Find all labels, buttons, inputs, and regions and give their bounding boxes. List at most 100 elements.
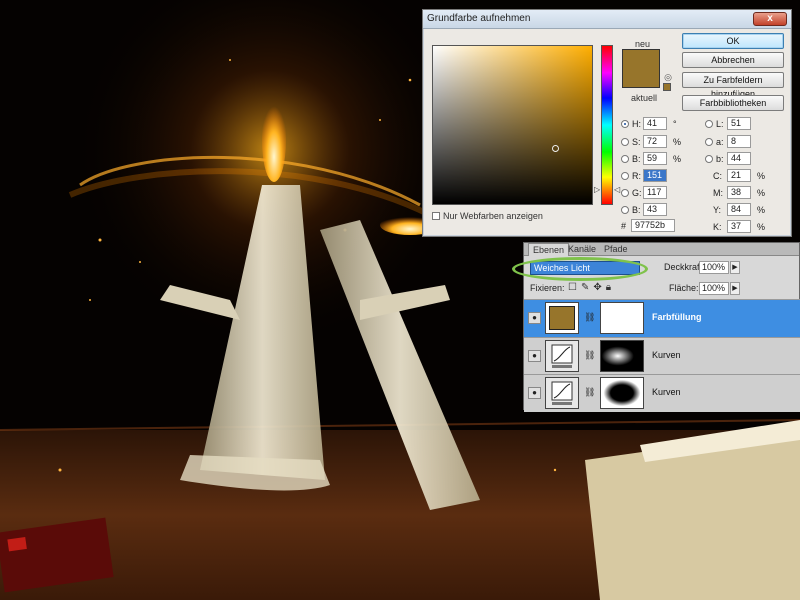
green-field-row: G: 117 [621,186,681,200]
hue-slider[interactable] [601,45,613,205]
blue-radio[interactable] [621,206,629,214]
ok-button[interactable]: OK [682,33,784,49]
saturation-label: S: [632,137,641,147]
brightness-radio[interactable] [621,155,629,163]
color-marker-icon[interactable] [552,145,559,152]
add-to-swatches-button[interactable]: Zu Farbfeldern hinzufügen [682,72,784,99]
web-colors-checkbox[interactable] [432,212,440,220]
lab-b-radio[interactable] [705,155,713,163]
gamut-warning-icon[interactable]: ◎ [663,72,673,82]
color-libraries-button[interactable]: Farbbibliotheken [682,95,784,111]
layer-name[interactable]: Farbfüllung [652,312,702,322]
layer-mask-thumbnail[interactable] [600,340,644,372]
lab-l-field-row: L: 51 [705,117,785,131]
web-colors-option[interactable]: Nur Webfarben anzeigen [432,211,543,221]
gamut-swatch[interactable] [663,83,671,91]
new-color-swatch [622,49,660,69]
saturation-input[interactable]: 72 [643,135,667,148]
close-button[interactable]: x [753,12,787,26]
tab-channels[interactable]: Kanäle [564,243,600,256]
black-field-row: K: 37 % [705,220,785,234]
hex-input[interactable]: 97752b [631,219,675,232]
fill-label: Fläche: [669,283,699,293]
black-input[interactable]: 37 [727,220,751,233]
magenta-input[interactable]: 38 [727,186,751,199]
layer-row[interactable]: ● ⛓ Farbfüllung [524,299,800,337]
lock-all-icon[interactable]: 🔒︎ [606,282,615,293]
red-field-row: R: 151 [621,169,681,183]
current-color-swatch[interactable] [622,68,660,88]
curves-graph-icon [551,344,573,368]
color-picker-dialog: Grundfarbe aufnehmen x ▷ ◁ neu aktuell ◎… [422,9,792,237]
lab-l-radio[interactable] [705,120,713,128]
layer-mask-thumbnail[interactable] [600,377,644,409]
blue-input[interactable]: 43 [643,203,667,216]
green-radio[interactable] [621,189,629,197]
hue-radio[interactable] [621,120,629,128]
saturation-brightness-field[interactable] [432,45,593,205]
red-radio[interactable] [621,172,629,180]
layers-panel: Ebenen Kanäle Pfade Weiches Licht Deckkr… [512,242,800,412]
cyan-field-row: C: 21 % [705,169,785,183]
lab-a-radio[interactable] [705,138,713,146]
saturation-field-row: S: 72 % [621,135,681,149]
current-color-label: aktuell [631,93,658,103]
curves-adjustment-icon [545,340,579,372]
lab-b-input[interactable]: 44 [727,152,751,165]
brightness-input[interactable]: 59 [643,152,667,165]
visibility-eye-icon[interactable]: ● [528,312,541,324]
blend-mode-select[interactable]: Weiches Licht [530,261,640,275]
chain-link-icon[interactable]: ⛓ [584,312,595,323]
tab-layers[interactable]: Ebenen [528,243,570,256]
fill-input[interactable]: 100% [699,282,729,295]
visibility-eye-icon[interactable]: ● [528,350,541,362]
hue-input[interactable]: 41 [643,117,667,130]
saturation-radio[interactable] [621,138,629,146]
hue-slider-left-arrow-icon[interactable]: ▷ [594,185,600,194]
red-input[interactable]: 151 [643,169,667,182]
yellow-input[interactable]: 84 [727,203,751,216]
tab-paths[interactable]: Pfade [600,243,632,256]
green-input[interactable]: 117 [643,186,667,199]
dialog-titlebar[interactable]: Grundfarbe aufnehmen x [423,10,791,29]
opacity-input[interactable]: 100% [699,261,729,274]
fill-dropdown-icon[interactable]: ▶ [730,282,740,295]
black-label: K: [713,222,722,232]
hue-slider-right-arrow-icon[interactable]: ◁ [614,185,620,194]
lock-options: ☐✎✥🔒︎ [568,282,615,293]
hue-unit: ° [673,119,677,129]
curves-adjustment-icon [545,377,579,409]
lock-image-icon[interactable]: ✎ [581,282,593,293]
lock-transparent-icon[interactable]: ☐ [568,282,581,293]
cyan-input[interactable]: 21 [727,169,751,182]
layer-name[interactable]: Kurven [652,350,681,360]
layer-thumbnail [545,302,579,334]
yellow-unit: % [757,205,766,215]
cancel-button[interactable]: Abbrechen [682,52,784,68]
lab-l-input[interactable]: 51 [727,117,751,130]
new-color-label: neu [635,39,651,49]
chain-link-icon[interactable]: ⛓ [584,387,595,398]
visibility-eye-icon[interactable]: ● [528,387,541,399]
cyan-unit: % [757,171,766,181]
lab-a-label: a: [716,137,724,147]
hue-label: H: [632,119,641,129]
layer-row[interactable]: ● ⛓ Kurven [524,374,800,412]
lock-position-icon[interactable]: ✥ [593,282,605,293]
magenta-unit: % [757,188,766,198]
curves-graph-icon [551,381,573,405]
lab-b-label: b: [716,154,724,164]
layers-panel-tabs: Ebenen Kanäle Pfade [524,243,799,256]
green-label: G: [632,188,642,198]
lab-a-input[interactable]: 8 [727,135,751,148]
cyan-label: C: [713,171,722,181]
lock-label: Fixieren: [530,283,565,293]
layer-row[interactable]: ● ⛓ Kurven [524,337,800,375]
hex-label: # [621,221,627,231]
layer-name[interactable]: Kurven [652,387,681,397]
brightness-label: B: [632,154,641,164]
opacity-dropdown-icon[interactable]: ▶ [730,261,740,274]
layer-mask-thumbnail[interactable] [600,302,644,334]
blue-label: B: [632,205,641,215]
chain-link-icon[interactable]: ⛓ [584,350,595,361]
